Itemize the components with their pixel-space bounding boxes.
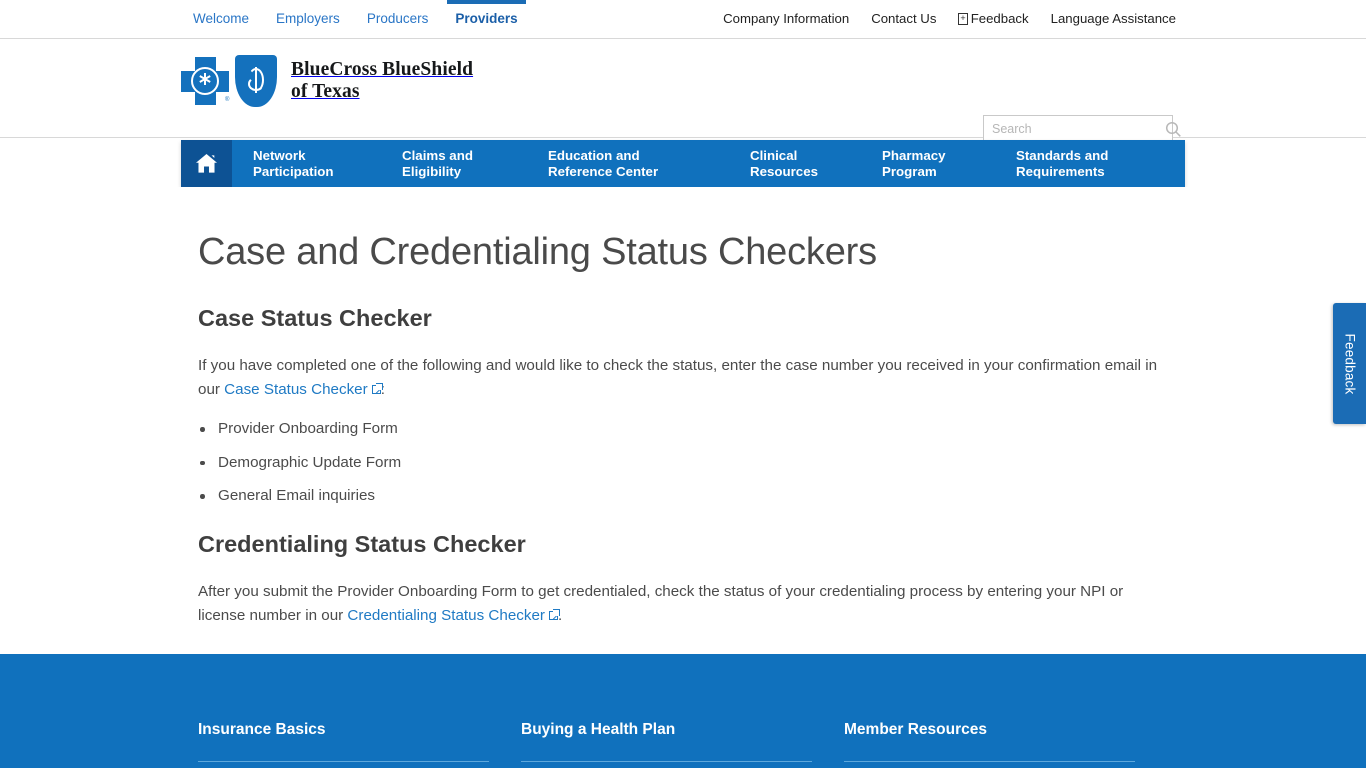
external-link-icon: [548, 609, 560, 620]
search-icon: [1165, 121, 1181, 137]
blue-cross-icon: ®: [181, 57, 229, 105]
home-icon: [196, 153, 217, 173]
nav-item-clinical-resources[interactable]: Clinical Resources: [750, 148, 882, 180]
utility-link-label: Company Information: [723, 11, 850, 26]
case-status-bullet-list: Provider Onboarding Form Demographic Upd…: [198, 419, 1186, 506]
audience-tab-employers[interactable]: Employers: [276, 0, 340, 38]
logo-wordmark: BlueCross BlueShield of Texas: [291, 59, 473, 103]
list-item: General Email inquiries: [200, 486, 1186, 506]
footer-column-member-resources: Member Resources: [844, 720, 1135, 762]
footer-divider: [198, 761, 489, 762]
audience-tab-welcome[interactable]: Welcome: [193, 0, 249, 38]
footer-column-buying-a-health-plan: Buying a Health Plan: [521, 720, 812, 762]
case-status-paragraph: If you have completed one of the followi…: [198, 354, 1160, 402]
credentialing-paragraph-text-before: After you submit the Provider Onboarding…: [198, 583, 1124, 624]
utility-link-contact-us[interactable]: Contact Us: [871, 0, 936, 38]
utility-bar: Welcome Employers Producers Providers Co…: [0, 0, 1366, 39]
footer-divider: [844, 761, 1135, 762]
case-status-checker-link-label: Case Status Checker: [224, 381, 368, 398]
section-heading-credentialing-status-checker: Credentialing Status Checker: [198, 531, 526, 557]
site-footer: Insurance Basics Buying a Health Plan Me…: [0, 654, 1366, 768]
nav-home-button[interactable]: [181, 140, 232, 187]
utility-link-label: Language Assistance: [1050, 11, 1176, 26]
feedback-tab[interactable]: Feedback: [1333, 303, 1366, 424]
nav-item-standards-and-requirements[interactable]: Standards and Requirements: [1016, 148, 1176, 180]
nav-item-claims-and-eligibility[interactable]: Claims and Eligibility: [402, 148, 548, 180]
footer-column-title: Member Resources: [844, 721, 988, 738]
search-button[interactable]: [1159, 116, 1188, 142]
nav-item-pharmacy-program[interactable]: Pharmacy Program: [882, 148, 1016, 180]
footer-divider: [521, 761, 812, 762]
section-heading-case-status-checker: Case Status Checker: [198, 305, 432, 331]
main-nav-items: Network Participation Claims and Eligibi…: [232, 140, 1185, 187]
utility-link-company-information[interactable]: Company Information: [723, 0, 849, 38]
main-content: Case and Credentialing Status Checkers C…: [0, 187, 1366, 654]
list-item: Demographic Update Form: [200, 453, 1186, 473]
credentialing-status-checker-link-label: Credentialing Status Checker: [347, 607, 545, 624]
search-input[interactable]: [984, 122, 1159, 136]
main-navigation: Network Participation Claims and Eligibi…: [181, 140, 1185, 187]
audience-tab-producers[interactable]: Producers: [367, 0, 429, 38]
footer-columns: Insurance Basics Buying a Health Plan Me…: [198, 720, 1135, 762]
plus-box-icon: +: [958, 13, 968, 25]
nav-item-education-and-reference-center[interactable]: Education and Reference Center: [548, 148, 750, 180]
page-title: Case and Credentialing Status Checkers: [198, 231, 877, 273]
audience-tab-providers[interactable]: Providers: [447, 0, 526, 38]
utility-link-feedback[interactable]: + Feedback: [958, 0, 1029, 38]
footer-column-title: Buying a Health Plan: [521, 721, 676, 738]
footer-column-insurance-basics: Insurance Basics: [198, 720, 489, 762]
logo-line-1: BlueCross BlueShield: [291, 59, 474, 80]
nav-item-network-participation[interactable]: Network Participation: [253, 148, 402, 180]
utility-links: Company Information Contact Us + Feedbac…: [723, 0, 1176, 38]
site-logo[interactable]: ® BlueCross BlueShield of Texas: [181, 55, 473, 107]
search-box[interactable]: [983, 115, 1181, 143]
audience-nav: Welcome Employers Producers Providers: [193, 0, 526, 38]
list-item: Provider Onboarding Form: [200, 419, 1186, 439]
credentialing-status-paragraph: After you submit the Provider Onboarding…: [198, 580, 1160, 628]
utility-link-label: Contact Us: [871, 11, 937, 26]
credentialing-status-checker-link[interactable]: Credentialing Status Checker: [347, 607, 560, 624]
page-root: Welcome Employers Producers Providers Co…: [0, 0, 1366, 768]
blue-shield-icon: [235, 55, 277, 107]
logo-line-2: of Texas: [291, 81, 360, 102]
utility-link-language-assistance[interactable]: Language Assistance: [1051, 0, 1176, 38]
brand-header: ® BlueCross BlueShield of Texas: [0, 39, 1366, 143]
footer-column-title: Insurance Basics: [198, 721, 326, 738]
utility-link-label: Feedback: [970, 11, 1029, 26]
case-status-checker-link[interactable]: Case Status Checker: [224, 381, 383, 398]
feedback-tab-label: Feedback: [1342, 333, 1357, 394]
external-link-icon: [371, 383, 383, 394]
